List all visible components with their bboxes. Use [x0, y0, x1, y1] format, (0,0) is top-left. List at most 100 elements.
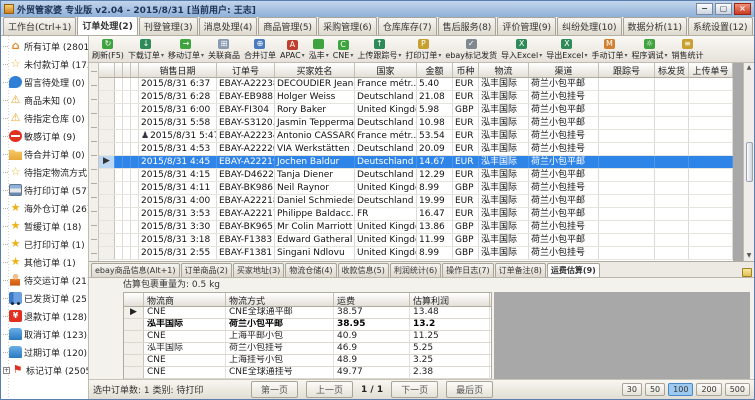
detail-tab-4[interactable]: 物流仓储(4) — [285, 263, 336, 277]
toolbar-refresh-button[interactable]: ↻刷新(F5) — [90, 38, 126, 61]
dropdown-caret-icon[interactable]: ▾ — [201, 52, 204, 59]
col-header-3[interactable] — [131, 63, 139, 77]
scroll-down-icon[interactable]: ▼ — [747, 251, 752, 261]
sidebar-item-pending-merge[interactable]: 待合并订单 (0) — [3, 145, 88, 163]
freight-col-header-3[interactable]: 估算利润 — [410, 293, 490, 306]
dropdown-caret-icon[interactable]: ▾ — [161, 52, 164, 59]
sidebar-item-refund-orders[interactable]: ¥退款订单 (128) — [3, 307, 88, 325]
dropdown-caret-icon[interactable]: ▾ — [624, 52, 627, 59]
dropdown-caret-icon[interactable]: ▾ — [326, 52, 329, 59]
detail-tab-8[interactable]: 订单备注(8) — [495, 263, 546, 277]
col-header-4[interactable]: 销售日期 — [139, 63, 217, 77]
menu-tab-8[interactable]: 售后服务(8) — [438, 17, 497, 35]
sidebar-item-pending-dispatch[interactable]: 待交运订单 (21) — [3, 271, 88, 289]
freight-row[interactable]: 泓丰国际荷兰小包平邮38.9513.2 — [124, 319, 491, 331]
sidebar-item-expired-orders[interactable]: 过期订单 (120) — [3, 343, 88, 361]
col-header-14[interactable]: 上传单号 — [689, 63, 733, 77]
col-header-6[interactable]: 买家姓名 — [275, 63, 355, 77]
freight-row[interactable]: CNE上海挂号小包48.93.25 — [124, 355, 491, 367]
detail-tab-1[interactable]: ebay商品信息(Alt+1) — [91, 263, 180, 277]
freight-col-header-1[interactable]: 物流方式 — [226, 293, 334, 306]
sidebar-item-shipped-orders[interactable]: 已发货订单 (25107) — [3, 289, 88, 307]
sidebar-item-printed-orders[interactable]: ★已打印订单 (1) — [3, 235, 88, 253]
menu-tab-6[interactable]: 采购管理(6) — [318, 17, 377, 35]
menu-tab-10[interactable]: 纠纷处理(10) — [557, 17, 621, 35]
toolbar-export-excel-button[interactable]: X导出Excel▾ — [544, 38, 589, 61]
table-row[interactable]: 2015/8/31 5:58EBAY-S3120...Jasmin Tepper… — [99, 117, 733, 130]
col-header-10[interactable]: 物流 — [479, 63, 529, 77]
toolbar-import-excel-button[interactable]: X导入Excel▾ — [499, 38, 544, 61]
scroll-up-icon[interactable]: ▲ — [747, 63, 752, 73]
sidebar-item-unknown-items[interactable]: ⚠商品未知 (0) — [3, 91, 88, 109]
close-icon[interactable]: × — [734, 3, 751, 15]
page-size-30[interactable]: 30 — [622, 383, 642, 396]
menu-tab-2[interactable]: 订单处理(2) — [77, 17, 138, 35]
freight-row[interactable]: CNECNE全球通挂号49.772.38 — [124, 367, 491, 379]
table-row[interactable]: 2015/8/31 6:00EBAY-FI304Rory BakerUnited… — [99, 104, 733, 117]
prev-page-button[interactable]: 上一页 — [306, 381, 353, 398]
toolbar-hongfeng-button[interactable]: 泓丰▾ — [307, 38, 331, 61]
toolbar-apac-button[interactable]: AAPAC▾ — [278, 39, 307, 60]
menu-tab-1[interactable]: 工作台(Ctrl+1) — [3, 17, 76, 35]
freight-row[interactable]: 泓丰国际荷兰小包挂号46.95.25 — [124, 343, 491, 355]
dropdown-caret-icon[interactable]: ▾ — [539, 52, 542, 59]
dropdown-caret-icon[interactable]: ▾ — [398, 52, 401, 59]
menu-tab-7[interactable]: 仓库库存(7) — [378, 17, 437, 35]
toolbar-cne-button[interactable]: CCNE▾ — [331, 39, 356, 60]
col-header-12[interactable]: 跟踪号 — [599, 63, 655, 77]
sidebar-item-pending-logistics[interactable]: ☆待指定物流方式 (0) — [3, 163, 88, 181]
sidebar-item-held-orders[interactable]: ★暂缓订单 (18) — [3, 217, 88, 235]
table-row[interactable]: ▶2015/8/31 4:45EBAY-A22219Jochen BaldurD… — [99, 156, 733, 169]
page-size-200[interactable]: 200 — [696, 383, 721, 396]
note-icon[interactable] — [742, 268, 752, 277]
table-row[interactable]: 2015/8/31 3:53EBAY-A22217Philippe Baldac… — [99, 208, 733, 221]
sidebar-item-pending-warehouse[interactable]: ⚠待指定仓库 (0) — [3, 109, 88, 127]
sidebar-item-overseas-orders[interactable]: ★海外仓订单 (26) — [3, 199, 88, 217]
table-row[interactable]: 2015/8/31 3:30EBAY-BK965Mr Colin Marriot… — [99, 221, 733, 234]
sidebar-item-unpaid-orders[interactable]: ☆未付款订单 (1732) — [3, 55, 88, 73]
detail-tab-5[interactable]: 收款信息(5) — [338, 263, 389, 277]
maximize-icon[interactable]: ▢ — [715, 3, 732, 15]
col-header-2[interactable] — [123, 63, 131, 77]
toolbar-upload-tracking-button[interactable]: ↑上传跟踪号▾ — [355, 38, 403, 61]
sidebar-item-marked-orders[interactable]: +⚑标记订单 (2505) — [3, 361, 88, 379]
scroll-thumb[interactable] — [746, 142, 753, 182]
sidebar-item-other-orders[interactable]: ★其他订单 (1) — [3, 253, 88, 271]
sidebar-item-cancelled-orders[interactable]: 取消订单 (123) — [3, 325, 88, 343]
detail-tab-7[interactable]: 操作日志(7) — [442, 263, 493, 277]
freight-col-header-0[interactable]: 物流商 — [144, 293, 226, 306]
col-header-1[interactable] — [115, 63, 123, 77]
col-header-0[interactable] — [99, 63, 115, 77]
sidebar-item-sensitive-orders[interactable]: 敏感订单 (9) — [3, 127, 88, 145]
dropdown-caret-icon[interactable]: ▾ — [350, 52, 353, 59]
table-row[interactable]: 2015/8/31 6:37EBAY-A22238DECOUDIER Jean-… — [99, 78, 733, 91]
menu-tab-9[interactable]: 评价管理(9) — [497, 17, 556, 35]
dropdown-caret-icon[interactable]: ▾ — [664, 52, 667, 59]
detail-tab-6[interactable]: 利润统计(6) — [390, 263, 441, 277]
freight-col-header-2[interactable]: 运费 — [334, 293, 410, 306]
toolbar-link-items-button[interactable]: ⊞关联商品 — [206, 38, 242, 61]
next-page-button[interactable]: 下一页 — [391, 381, 438, 398]
table-row[interactable]: 2015/8/31 3:18EBAY-F1383Edward GatheralU… — [99, 234, 733, 247]
last-page-button[interactable]: 最后页 — [446, 381, 493, 398]
toolbar-manual-order-button[interactable]: M手动订单▾ — [589, 38, 629, 61]
menu-tab-11[interactable]: 数据分析(11) — [623, 17, 687, 35]
table-row[interactable]: 2015/8/31 4:15EBAY-D4622Tanja DienerDeut… — [99, 169, 733, 182]
sidebar-item-all-orders[interactable]: ⌂所有订单 (28010) — [3, 37, 88, 55]
col-header-13[interactable]: 标发货 — [655, 63, 689, 77]
page-size-500[interactable]: 500 — [725, 383, 750, 396]
minimize-icon[interactable]: − — [696, 3, 713, 15]
detail-tab-9[interactable]: 运费估算(9) — [547, 263, 600, 277]
menu-tab-5[interactable]: 商品管理(5) — [258, 17, 317, 35]
menu-tab-4[interactable]: 消息处理(4) — [199, 17, 258, 35]
table-row[interactable]: 2015/8/31 2:55EBAY-F1381Singani NdlovuUn… — [99, 247, 733, 260]
page-size-50[interactable]: 50 — [645, 383, 665, 396]
col-header-7[interactable]: 国家 — [355, 63, 417, 77]
col-header-8[interactable]: 金额 — [417, 63, 453, 77]
toolbar-sales-stats-button[interactable]: ≡销售统计 — [669, 38, 705, 61]
table-row[interactable]: 2015/8/31 6:28EBAY-EB988Holger WeissDeut… — [99, 91, 733, 104]
detail-tab-3[interactable]: 买家地址(3) — [233, 263, 284, 277]
toolbar-ebay-mark-shipped-button[interactable]: ✓ebay标记发货 — [443, 38, 499, 61]
dropdown-caret-icon[interactable]: ▾ — [438, 52, 441, 59]
expander-icon[interactable]: + — [3, 367, 10, 374]
